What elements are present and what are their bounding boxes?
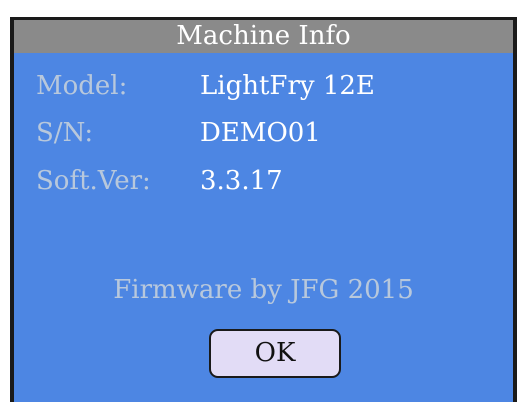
- serial-number-value: DEMO01: [200, 118, 321, 148]
- serial-number-label: S/N:: [36, 118, 94, 148]
- model-value: LightFry 12E: [200, 71, 375, 101]
- dialog-content: Model: LightFry 12E S/N: DEMO01 Soft.Ver…: [14, 53, 513, 402]
- software-version-value: 3.3.17: [200, 166, 283, 196]
- dialog-title: Machine Info: [14, 20, 513, 53]
- ok-button[interactable]: OK: [209, 329, 341, 378]
- model-label: Model:: [36, 71, 128, 101]
- software-version-label: Soft.Ver:: [36, 166, 151, 196]
- firmware-credit: Firmware by JFG 2015: [113, 275, 414, 305]
